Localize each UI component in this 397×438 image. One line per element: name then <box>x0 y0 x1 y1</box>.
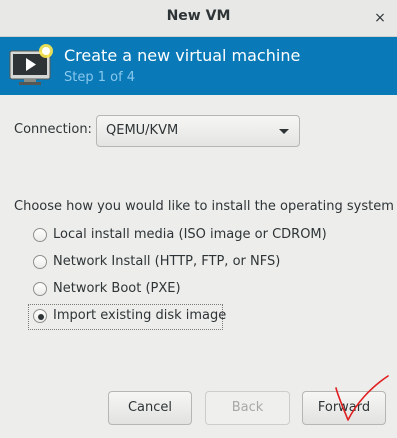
red-checkmark-annotation <box>335 375 389 421</box>
radio-button-icon <box>33 282 47 296</box>
cancel-button[interactable]: Cancel <box>108 391 192 425</box>
radio-button-icon <box>33 309 47 323</box>
chevron-down-icon <box>279 129 289 134</box>
radio-label: Import existing disk image <box>53 308 227 323</box>
window-title: New VM <box>166 8 231 24</box>
back-button[interactable]: Back <box>205 391 290 425</box>
radio-import-disk-image[interactable]: Import existing disk image <box>28 304 227 330</box>
vm-monitor-icon <box>9 44 53 85</box>
connection-value: QEMU/KVM <box>106 123 179 138</box>
radio-label: Network Boot (PXE) <box>53 281 181 296</box>
radio-label: Network Install (HTTP, FTP, or NFS) <box>53 254 281 269</box>
radio-button-icon <box>33 228 47 242</box>
install-method-prompt: Choose how you would like to install the… <box>14 199 394 214</box>
banner-title: Create a new virtual machine <box>64 46 301 65</box>
title-bar: New VM × <box>0 0 397 37</box>
radio-button-icon <box>33 255 47 269</box>
close-icon[interactable]: × <box>370 8 390 28</box>
connection-label: Connection: <box>14 122 92 137</box>
radio-label: Local install media (ISO image or CDROM) <box>53 227 327 242</box>
header-banner: Create a new virtual machine Step 1 of 4 <box>0 37 397 95</box>
step-indicator: Step 1 of 4 <box>64 70 136 85</box>
radio-selected-dot-icon <box>38 314 44 320</box>
connection-dropdown[interactable]: QEMU/KVM <box>96 115 300 147</box>
